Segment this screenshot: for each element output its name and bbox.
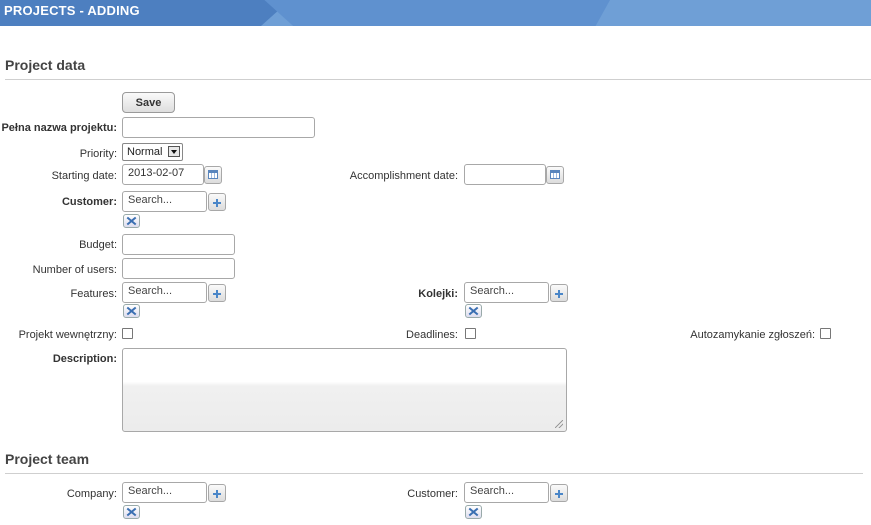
autoclose-label: Autozamykanie zgłoszeń: <box>690 329 815 341</box>
calendar-icon[interactable] <box>204 166 222 184</box>
plus-icon[interactable] <box>208 193 226 211</box>
section-title-project-team: Project team <box>5 451 90 467</box>
close-icon[interactable] <box>465 304 482 318</box>
priority-select[interactable]: Normal <box>122 143 183 161</box>
page-title: PROJECTS - ADDING <box>4 3 140 18</box>
close-icon[interactable] <box>465 505 482 519</box>
kolejki-label: Kolejki: <box>418 288 458 300</box>
team-company-label: Company: <box>66 488 117 500</box>
budget-label: Budget: <box>79 239 117 251</box>
chevron-down-icon <box>168 146 180 157</box>
deadlines-label: Deadlines: <box>406 329 458 341</box>
save-button[interactable]: Save <box>122 92 175 113</box>
close-icon[interactable] <box>123 304 140 318</box>
number-of-users-input[interactable] <box>122 258 235 279</box>
page-header: PROJECTS - ADDING <box>0 0 871 26</box>
description-label: Description: <box>52 353 117 365</box>
customer-label: Customer: <box>61 196 117 208</box>
number-of-users-label: Number of users: <box>32 264 117 276</box>
budget-input[interactable] <box>122 234 235 255</box>
divider <box>5 473 863 474</box>
calendar-icon[interactable] <box>546 166 564 184</box>
header-decoration <box>264 0 610 26</box>
plus-icon[interactable] <box>208 284 226 302</box>
accomplishment-date-input[interactable] <box>464 164 546 185</box>
deadlines-checkbox[interactable] <box>465 328 476 339</box>
full-name-input[interactable] <box>122 117 315 138</box>
priority-label: Priority: <box>79 148 117 160</box>
section-title-project-data: Project data <box>5 57 86 73</box>
internal-project-label: Projekt wewnętrzny: <box>18 329 117 341</box>
close-icon[interactable] <box>123 505 140 519</box>
divider <box>5 79 871 80</box>
plus-icon[interactable] <box>550 284 568 302</box>
plus-icon[interactable] <box>550 484 568 502</box>
priority-value: Normal <box>127 146 163 158</box>
accomplishment-date-label: Accomplishment date: <box>349 170 458 182</box>
team-customer-search-input[interactable]: Search... <box>464 482 549 503</box>
customer-search-input[interactable]: Search... <box>122 191 207 212</box>
resize-handle-icon[interactable] <box>555 420 563 428</box>
description-textarea[interactable] <box>122 348 567 432</box>
team-customer-label: Customer: <box>407 488 458 500</box>
starting-date-input[interactable]: 2013-02-07 <box>122 164 204 185</box>
team-company-search-input[interactable]: Search... <box>122 482 207 503</box>
internal-project-checkbox[interactable] <box>122 328 133 339</box>
starting-date-label: Starting date: <box>51 170 117 182</box>
autoclose-checkbox[interactable] <box>820 328 831 339</box>
features-label: Features: <box>70 288 117 300</box>
plus-icon[interactable] <box>208 484 226 502</box>
kolejki-search-input[interactable]: Search... <box>464 282 549 303</box>
close-icon[interactable] <box>123 214 140 228</box>
full-name-label: Pełna nazwa projektu: <box>1 122 117 134</box>
features-search-input[interactable]: Search... <box>122 282 207 303</box>
